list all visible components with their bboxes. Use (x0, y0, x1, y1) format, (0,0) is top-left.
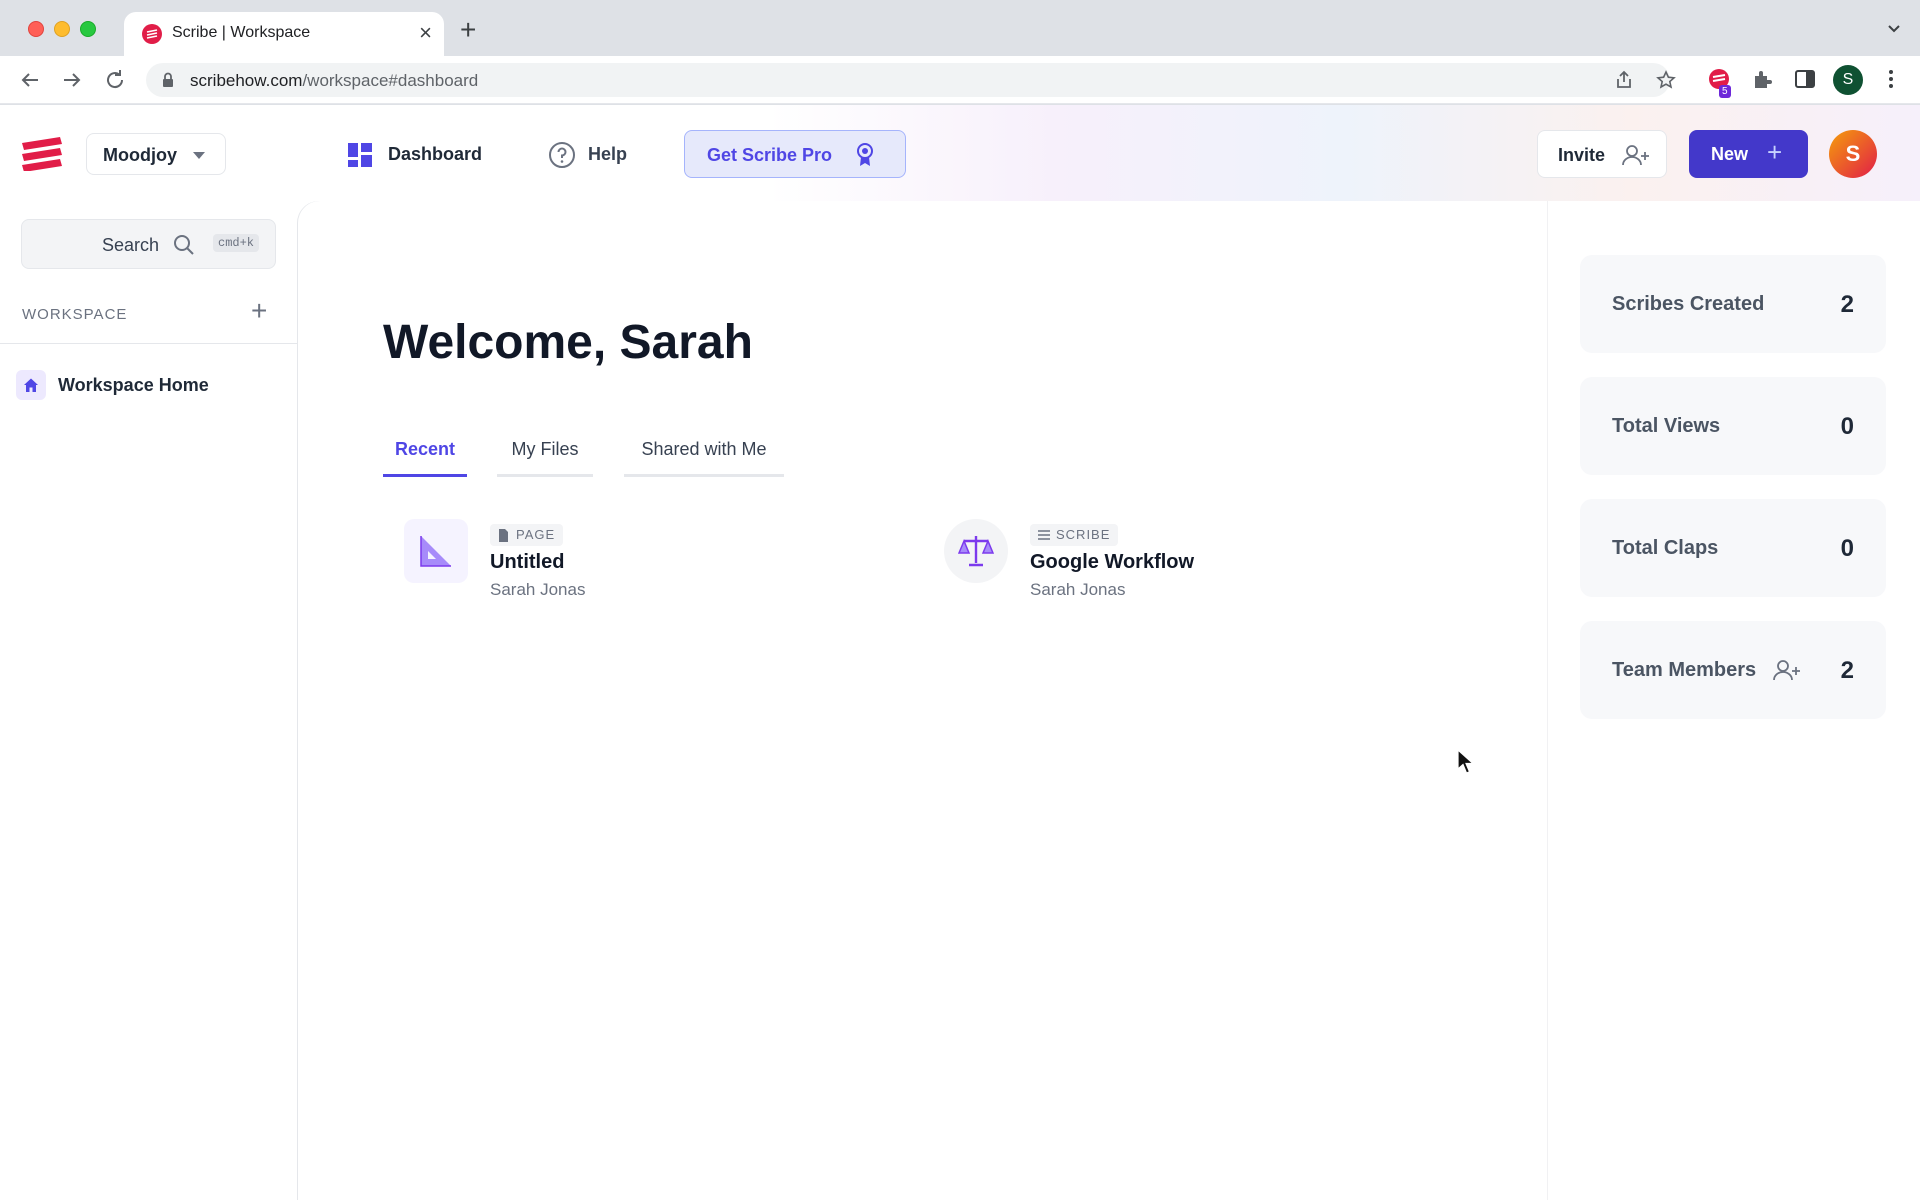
search-shortcut: cmd+k (213, 234, 259, 252)
lock-icon[interactable] (162, 72, 174, 88)
browser-profile-avatar[interactable]: S (1833, 65, 1863, 95)
extension-badge: 5 (1719, 85, 1731, 98)
list-lines-icon (1038, 529, 1050, 541)
scales-icon (944, 519, 1008, 583)
window-minimize-button[interactable] (54, 21, 70, 37)
invite-label: Invite (1558, 145, 1605, 166)
divider (1547, 201, 1548, 1200)
browser-menu-icon[interactable] (1880, 68, 1902, 90)
stat-label: Total Claps (1612, 537, 1718, 560)
stat-label: Scribes Created (1612, 293, 1764, 316)
get-scribe-pro-label: Get Scribe Pro (707, 145, 832, 166)
new-tab-icon[interactable]: + (460, 16, 476, 44)
stat-value: 2 (1841, 657, 1854, 685)
tab-shared-with-me[interactable]: Shared with Me (624, 437, 784, 477)
browser-tab[interactable]: Scribe | Workspace × (124, 12, 444, 56)
scribe-logo-icon[interactable] (20, 135, 64, 171)
tab-my-files[interactable]: My Files (497, 437, 593, 477)
scribe-app: Moodjoy Dashboard Help Get Scribe Pro (0, 105, 1920, 1200)
document-type-badge: SCRIBE (1030, 524, 1118, 546)
tab-recent[interactable]: Recent (383, 437, 467, 477)
add-workspace-icon[interactable]: + (251, 297, 267, 325)
invite-button[interactable]: Invite (1537, 130, 1667, 178)
document-author: Sarah Jonas (490, 580, 585, 600)
stat-total-views: Total Views 0 (1580, 377, 1886, 475)
award-ribbon-icon (855, 143, 875, 167)
caret-down-icon (193, 152, 205, 159)
extensions-puzzle-icon[interactable] (1752, 68, 1774, 90)
nav-dashboard-label: Dashboard (388, 144, 482, 165)
tab-title: Scribe | Workspace (172, 24, 310, 42)
sidebar-item-label: Workspace Home (58, 375, 209, 396)
page-doc-icon (498, 529, 509, 542)
side-panel-icon[interactable] (1794, 68, 1816, 90)
scribe-favicon-icon (142, 24, 162, 44)
home-icon (16, 370, 46, 400)
bookmark-star-icon[interactable] (1656, 70, 1676, 90)
document-card[interactable]: SCRIBE Google Workflow Sarah Jonas (944, 519, 1404, 605)
search-label: Search (102, 235, 159, 256)
document-type-badge: PAGE (490, 524, 563, 546)
share-icon[interactable] (1614, 70, 1634, 90)
workspace-section-label: WORKSPACE (22, 306, 127, 323)
stat-value: 2 (1841, 291, 1854, 319)
tab-close-icon[interactable]: × (419, 22, 432, 44)
dashboard-grid-icon (348, 143, 372, 167)
stat-team-members[interactable]: Team Members 2 (1580, 621, 1886, 719)
new-button[interactable]: New + (1689, 130, 1808, 178)
tab-search-chevron-icon[interactable] (1886, 20, 1902, 36)
main-content: Welcome, Sarah Recent My Files Shared wi… (298, 201, 1920, 1200)
plus-icon: + (1767, 139, 1782, 165)
address-bar[interactable]: scribehow.com/workspace#dashboard (146, 63, 1670, 97)
stat-scribes-created: Scribes Created 2 (1580, 255, 1886, 353)
forward-arrow-icon[interactable] (60, 68, 84, 92)
document-title[interactable]: Untitled (490, 551, 564, 574)
add-user-icon (1622, 144, 1650, 166)
user-avatar[interactable]: S (1829, 130, 1877, 178)
stat-value: 0 (1841, 413, 1854, 441)
search-input[interactable]: Search cmd+k (21, 219, 276, 269)
back-arrow-icon[interactable] (18, 68, 42, 92)
document-title[interactable]: Google Workflow (1030, 551, 1194, 574)
org-selector[interactable]: Moodjoy (86, 133, 226, 175)
window-maximize-button[interactable] (80, 21, 96, 37)
stat-label: Team Members (1612, 659, 1756, 682)
url-text: scribehow.com/workspace#dashboard (190, 71, 478, 91)
sidebar: Search cmd+k WORKSPACE + Workspace Home (0, 201, 298, 1200)
stat-label: Total Views (1612, 415, 1720, 438)
document-author: Sarah Jonas (1030, 580, 1125, 600)
nav-help-label: Help (588, 144, 627, 165)
browser-tab-strip: Scribe | Workspace × + (0, 0, 1920, 56)
window-close-button[interactable] (28, 21, 44, 37)
help-circle-icon (548, 141, 576, 169)
mouse-cursor-icon (1457, 749, 1475, 775)
reload-icon[interactable] (103, 68, 127, 92)
set-square-icon (404, 519, 468, 583)
document-card[interactable]: PAGE Untitled Sarah Jonas (404, 519, 864, 605)
browser-toolbar: scribehow.com/workspace#dashboard 5 S (0, 56, 1920, 104)
app-header: Moodjoy Dashboard Help Get Scribe Pro (0, 105, 1920, 201)
divider (0, 343, 298, 344)
org-name: Moodjoy (103, 145, 177, 166)
search-icon (173, 234, 195, 256)
get-scribe-pro-button[interactable]: Get Scribe Pro (684, 130, 906, 178)
add-team-member-icon[interactable] (1773, 659, 1801, 681)
new-label: New (1711, 144, 1748, 165)
page-title: Welcome, Sarah (383, 315, 753, 370)
stat-total-claps: Total Claps 0 (1580, 499, 1886, 597)
stat-value: 0 (1841, 535, 1854, 563)
